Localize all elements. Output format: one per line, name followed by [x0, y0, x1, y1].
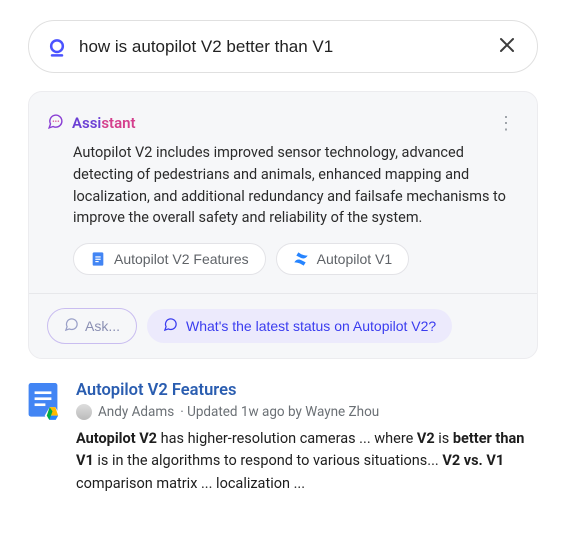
gdrive-badge-icon — [44, 405, 61, 422]
assistant-card: Assistant ⋮ Autopilot V2 includes improv… — [28, 91, 538, 359]
avatar-icon — [76, 404, 92, 420]
search-result: Autopilot V2 Features Andy Adams · Updat… — [28, 381, 538, 495]
assistant-title: Assistant — [72, 114, 136, 132]
result-title[interactable]: Autopilot V2 Features — [76, 381, 538, 400]
search-input[interactable] — [79, 37, 483, 57]
more-button[interactable]: ⋮ — [493, 110, 519, 136]
chip-label: Autopilot V2 Features — [114, 251, 249, 267]
suggestion-label: What's the latest status on Autopilot V2… — [186, 318, 436, 334]
assistant-header: Assistant ⋮ — [47, 110, 519, 136]
ask-label: Ask... — [85, 318, 120, 334]
chip-label: Autopilot V1 — [317, 251, 393, 267]
source-chip-autopilot-v1[interactable]: Autopilot V1 — [276, 243, 410, 275]
assistant-response-text: Autopilot V2 includes improved sensor te… — [47, 142, 519, 229]
divider — [29, 293, 537, 294]
result-snippet: Autopilot V2 has higher-resolution camer… — [76, 428, 538, 495]
source-chip-autopilot-v2-features[interactable]: Autopilot V2 Features — [73, 243, 266, 275]
chat-icon — [47, 113, 64, 134]
result-author: Andy Adams — [98, 404, 174, 420]
search-bar — [28, 20, 538, 73]
close-icon — [499, 37, 515, 56]
result-meta: Andy Adams · Updated 1w ago by Wayne Zho… — [76, 404, 538, 420]
more-vertical-icon: ⋮ — [497, 113, 515, 133]
chat-outline-icon — [163, 317, 178, 335]
result-source-icon — [28, 383, 62, 423]
suggested-question[interactable]: What's the latest status on Autopilot V2… — [147, 309, 452, 343]
ask-button[interactable]: Ask... — [47, 308, 137, 344]
suggestion-row: Ask... What's the latest status on Autop… — [47, 308, 519, 344]
chat-outline-icon — [64, 317, 79, 335]
source-chips: Autopilot V2 Features Autopilot V1 — [47, 243, 519, 275]
app-logo-icon — [47, 37, 67, 57]
confluence-icon — [293, 251, 309, 267]
result-meta-rest: · Updated 1w ago by Wayne Zhou — [180, 404, 379, 420]
clear-button[interactable] — [495, 33, 519, 60]
gdoc-icon — [90, 251, 106, 267]
